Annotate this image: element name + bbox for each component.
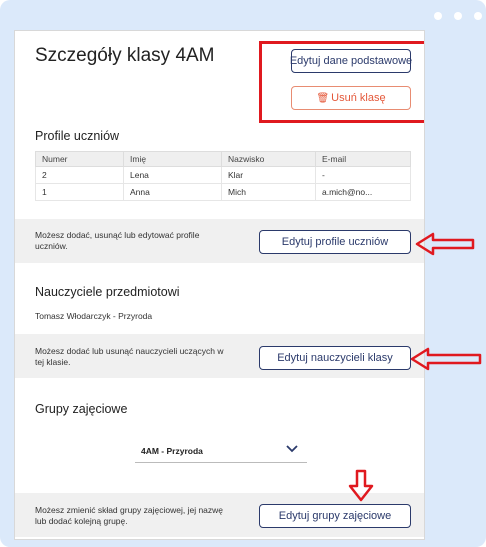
- column-header-last-name: Nazwisko: [221, 151, 316, 167]
- edit-student-profiles-button[interactable]: Edytuj profile uczniów: [259, 230, 411, 254]
- groups-info-text: Możesz zmienić skład grupy zajęciowej, j…: [35, 505, 224, 526]
- column-header-email: E-mail: [315, 151, 411, 167]
- left-arrow-annotation-icon: [410, 347, 482, 371]
- table-header-row: Numer Imię Nazwisko E-mail: [35, 151, 411, 167]
- cell-first-name: Anna: [123, 183, 222, 201]
- down-arrow-annotation-icon: [348, 469, 374, 502]
- window-dots: [434, 12, 482, 20]
- table-row[interactable]: 2 Lena Klar -: [35, 166, 411, 184]
- cell-last-name: Mich: [221, 183, 316, 201]
- edit-teachers-button[interactable]: Edytuj nauczycieli klasy: [259, 346, 411, 370]
- page-title: Szczegóły klasy 4AM: [35, 45, 215, 66]
- cell-email: -: [315, 166, 411, 184]
- teacher-entry: Tomasz Włodarczyk - Przyroda: [35, 311, 153, 321]
- edit-student-profiles-label: Edytuj profile uczniów: [281, 236, 389, 248]
- browser-frame: Szczegóły klasy 4AM Edytuj dane podstawo…: [0, 0, 486, 547]
- window-dot: [434, 12, 442, 20]
- highlight-box: [259, 41, 424, 123]
- students-table: Numer Imię Nazwisko E-mail 2 Lena Klar -…: [35, 151, 411, 201]
- cell-last-name: Klar: [221, 166, 316, 184]
- students-heading: Profile uczniów: [35, 129, 120, 143]
- students-info-text: Możesz dodać, usunąć lub edytować profil…: [35, 230, 200, 251]
- groups-heading: Grupy zajęciowe: [35, 402, 128, 416]
- edit-groups-label: Edytuj grupy zajęciowe: [278, 510, 392, 522]
- window-dot: [474, 12, 482, 20]
- class-details-panel: Szczegóły klasy 4AM Edytuj dane podstawo…: [14, 30, 425, 540]
- teachers-heading: Nauczyciele przedmiotowi: [35, 285, 180, 299]
- cell-number: 1: [35, 183, 124, 201]
- cell-first-name: Lena: [123, 166, 222, 184]
- teachers-info-band: Możesz dodać lub usunąć nauczycieli uczą…: [15, 334, 424, 378]
- column-header-number: Numer: [35, 151, 124, 167]
- left-arrow-annotation-icon: [415, 232, 475, 256]
- edit-groups-button[interactable]: Edytuj grupy zajęciowe: [259, 504, 411, 528]
- teachers-info-text: Możesz dodać lub usunąć nauczycieli uczą…: [35, 346, 224, 367]
- group-select[interactable]: 4AM - Przyroda: [135, 437, 307, 463]
- cell-number: 2: [35, 166, 124, 184]
- students-info-band: Możesz dodać, usunąć lub edytować profil…: [15, 219, 424, 263]
- column-header-first-name: Imię: [123, 151, 222, 167]
- table-row[interactable]: 1 Anna Mich a.mich@no...: [35, 183, 411, 201]
- window-dot: [454, 12, 462, 20]
- group-select-value: 4AM - Przyroda: [141, 446, 203, 456]
- chevron-down-icon: [286, 445, 298, 453]
- cell-email: a.mich@no...: [315, 183, 411, 201]
- edit-teachers-label: Edytuj nauczycieli klasy: [277, 352, 393, 364]
